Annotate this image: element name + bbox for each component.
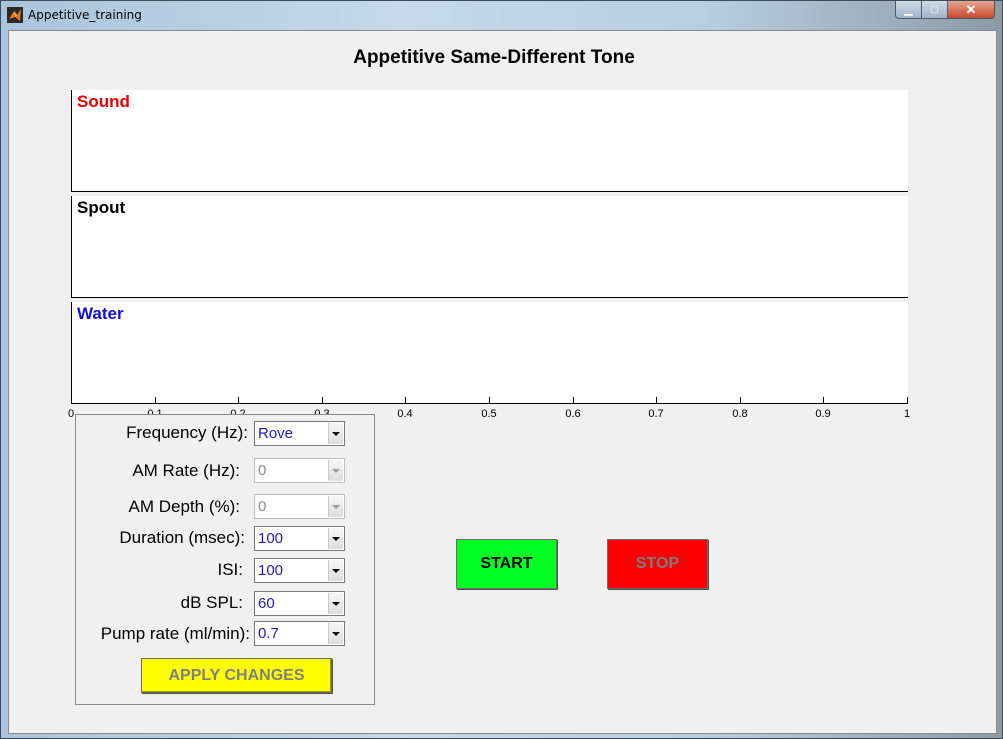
chevron-down-icon[interactable] xyxy=(328,423,343,444)
db-spl-value: 60 xyxy=(258,595,275,612)
axis-tick xyxy=(155,397,156,403)
axis-tick-label: 0.6 xyxy=(565,408,581,420)
spout-plot-label: Spout xyxy=(77,198,126,217)
chevron-down-icon[interactable] xyxy=(328,593,343,614)
close-button[interactable]: ✕ xyxy=(947,1,995,19)
db-spl-select[interactable]: 60 xyxy=(254,591,345,616)
am-depth-label: AM Depth (%): xyxy=(128,497,240,516)
start-button[interactable]: START xyxy=(456,539,557,589)
window-title: Appetitive_training xyxy=(28,8,142,22)
sound-plot-label: Sound xyxy=(77,92,130,111)
maximize-icon: □ xyxy=(931,3,938,16)
axis-tick-label: 0.8 xyxy=(732,408,748,420)
axis-tick-label: 0.5 xyxy=(481,408,497,420)
title-bar[interactable]: Appetitive_training ▁ □ ✕ xyxy=(1,1,1002,28)
page-title: Appetitive Same-Different Tone xyxy=(353,47,635,68)
axis-tick xyxy=(823,397,824,403)
axis-tick xyxy=(489,397,490,403)
axis-tick xyxy=(71,397,72,403)
axis-tick xyxy=(405,397,406,403)
axis-tick xyxy=(573,397,574,403)
chevron-down-icon[interactable] xyxy=(328,560,343,581)
axis-tick-label: 0.7 xyxy=(648,408,664,420)
axis-tick xyxy=(238,397,239,403)
frequency-label: Frequency (Hz): xyxy=(126,423,248,442)
am-rate-value: 0 xyxy=(258,462,267,479)
am-depth-value: 0 xyxy=(258,498,267,515)
axis-tick-label: 0.4 xyxy=(397,408,413,420)
water-plot: Water xyxy=(71,302,908,404)
am-rate-label: AM Rate (Hz): xyxy=(132,461,240,480)
duration-value: 100 xyxy=(258,530,284,547)
axis-tick-label: 1 xyxy=(903,408,911,420)
duration-label: Duration (msec): xyxy=(119,528,245,547)
close-icon: ✕ xyxy=(965,1,977,17)
isi-select[interactable]: 100 xyxy=(254,558,345,583)
matlab-icon xyxy=(7,7,23,23)
stop-button[interactable]: STOP xyxy=(607,539,708,589)
axis-tick xyxy=(656,397,657,403)
db-spl-label: dB SPL: xyxy=(180,593,243,612)
parameters-panel: Frequency (Hz): Rove AM Rate (Hz): 0 AM … xyxy=(75,414,375,705)
axis-tick-label: 0 xyxy=(67,408,75,420)
minimize-icon: ▁ xyxy=(904,4,913,16)
frequency-select[interactable]: Rove xyxy=(254,421,345,446)
isi-value: 100 xyxy=(258,562,284,579)
pump-rate-select[interactable]: 0.7 xyxy=(254,621,345,646)
chevron-down-icon[interactable] xyxy=(328,528,343,549)
axis-tick xyxy=(322,397,323,403)
app-window: Appetitive_training ▁ □ ✕ Appetitive Sam… xyxy=(0,0,1003,739)
duration-select[interactable]: 100 xyxy=(254,526,345,551)
axis-tick xyxy=(907,397,908,403)
am-depth-select: 0 xyxy=(254,494,345,519)
frequency-value: Rove xyxy=(258,425,294,442)
axis-tick-label: 0.9 xyxy=(815,408,831,420)
water-plot-label: Water xyxy=(77,304,124,323)
pump-rate-value: 0.7 xyxy=(258,625,279,642)
am-rate-select: 0 xyxy=(254,458,345,483)
axis-tick xyxy=(740,397,741,403)
isi-label: ISI: xyxy=(217,560,243,579)
apply-changes-button[interactable]: APPLY CHANGES xyxy=(141,658,332,693)
minimize-button[interactable]: ▁ xyxy=(895,1,922,19)
chevron-down-icon xyxy=(328,496,343,517)
figure-client-area: Appetitive Same-Different Tone Sound Spo… xyxy=(8,30,997,734)
chevron-down-icon xyxy=(328,460,343,481)
chevron-down-icon[interactable] xyxy=(328,623,343,644)
maximize-button[interactable]: □ xyxy=(921,1,948,19)
sound-plot: Sound xyxy=(71,90,908,192)
pump-rate-label: Pump rate (ml/min): xyxy=(100,624,250,643)
spout-plot: Spout xyxy=(71,196,908,298)
